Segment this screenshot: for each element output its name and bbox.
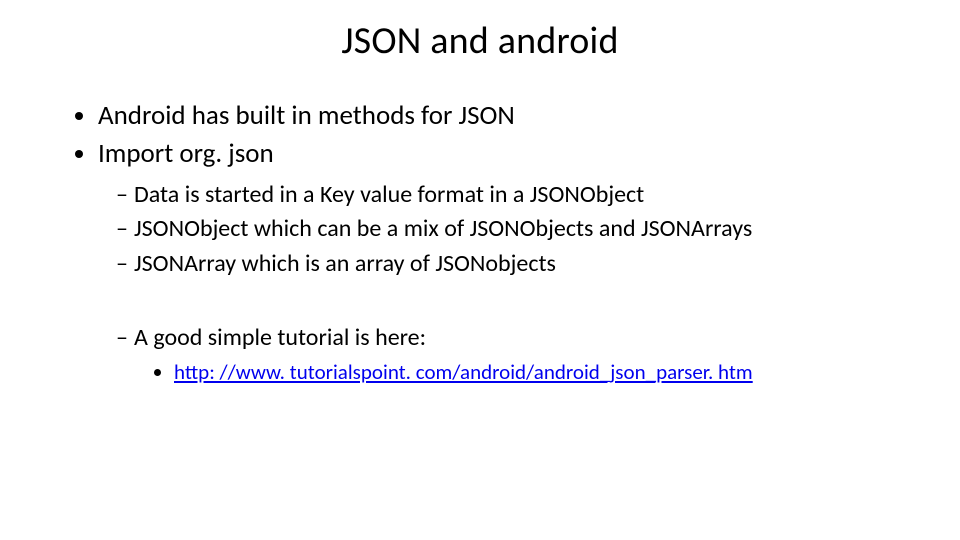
slide-title: JSON and android xyxy=(70,18,890,64)
sub-bullet-text: A good simple tutorial is here: xyxy=(134,323,426,352)
sub-bullet-item: JSONArray which is an array of JSONobjec… xyxy=(116,248,890,280)
bullet-list-level3: http: //www. tutorialspoint. com/android… xyxy=(134,358,890,386)
link-bullet-item: http: //www. tutorialspoint. com/android… xyxy=(174,358,890,386)
slide: JSON and android Android has built in me… xyxy=(0,0,960,540)
bullet-list-level1: Android has built in methods for JSON Im… xyxy=(70,98,890,387)
sub-bullet-item: A good simple tutorial is here: http: //… xyxy=(116,322,890,387)
bullet-item: Import org. json Data is started in a Ke… xyxy=(98,136,890,386)
bullet-list-level2: Data is started in a Key value format in… xyxy=(98,179,890,387)
sub-bullet-item: JSONObject which can be a mix of JSONObj… xyxy=(116,213,890,245)
sub-bullet-item: Data is started in a Key value format in… xyxy=(116,179,890,211)
bullet-item: Android has built in methods for JSON xyxy=(98,98,890,134)
bullet-text: Import org. json xyxy=(98,137,274,170)
spacer xyxy=(116,282,890,320)
tutorial-link[interactable]: http: //www. tutorialspoint. com/android… xyxy=(174,359,753,385)
